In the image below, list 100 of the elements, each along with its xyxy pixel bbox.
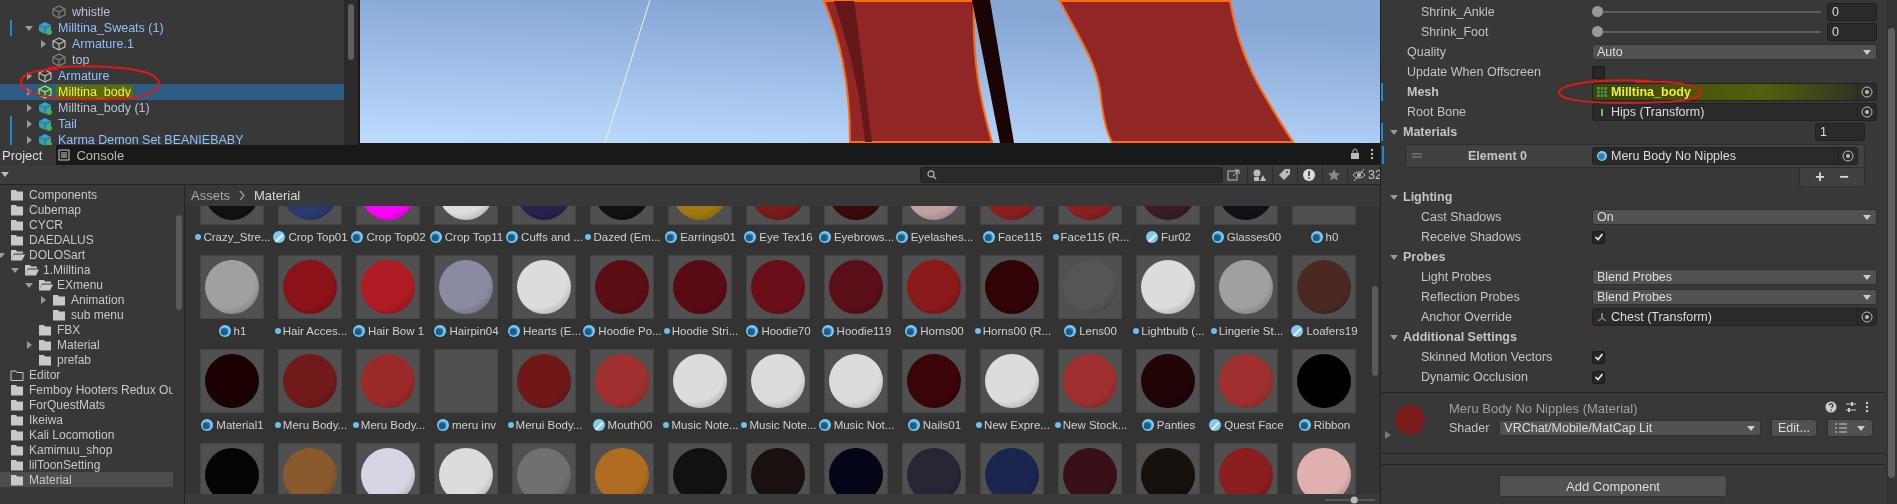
object-field[interactable]: Chest (Transform) [1592,308,1877,326]
object-field[interactable]: Meru Body No Nipples [1592,147,1858,165]
object-picker-button[interactable] [1857,309,1876,325]
slider-thumb[interactable] [1350,496,1358,504]
collapse-arrow-icon[interactable] [24,135,34,145]
checkbox[interactable] [1592,230,1605,244]
more-options-icon[interactable] [1865,401,1869,413]
object-picker-button[interactable] [1857,84,1876,100]
number-field[interactable]: 0 [1827,3,1877,21]
section-header[interactable]: Materials [1403,125,1458,139]
collapse-arrow-icon[interactable] [24,339,34,350]
drag-handle-icon[interactable] [1412,153,1422,158]
breadcrumb-link[interactable]: Assets [191,188,230,203]
asset-name[interactable]: Lingerie St... [1218,324,1284,337]
list-options-button[interactable] [1827,419,1873,437]
asset-name[interactable]: Eyebrows... [833,231,895,243]
asset-name[interactable]: Eyelashes... [910,231,974,243]
asset-name[interactable]: Panties [1156,419,1196,431]
asset-name[interactable]: Music Note... [749,418,817,431]
asset-name[interactable]: Eye Tex16 [759,231,813,243]
dropdown[interactable]: Blend Probes [1592,289,1877,305]
asset-name[interactable]: Nails01 [922,419,962,431]
section-header[interactable]: Lighting [1403,190,1453,204]
hierarchy-row[interactable]: Armature.1 [0,36,344,52]
asset-name[interactable]: Face115 [998,231,1042,243]
asset-name[interactable]: Crazy_Stre... [203,230,271,243]
asset-name[interactable]: meru inv [451,419,497,431]
panel-tab[interactable]: Project [0,145,57,165]
asset-name[interactable]: New Expre... [984,418,1050,431]
asset-name[interactable]: Lightbulb (... [1141,324,1205,337]
folder-item[interactable]: DOLOSart [0,247,173,262]
folder-item[interactable]: Material [24,337,173,352]
collapse-arrow-icon[interactable] [38,39,48,49]
section-header[interactable]: Probes [1403,250,1446,264]
selected-folder-item[interactable]: Material [0,472,173,487]
asset-name[interactable]: Lens00 [1079,325,1117,337]
expand-arrow-icon[interactable] [1389,127,1399,137]
hierarchy-row[interactable]: top [0,52,344,68]
scrollbar[interactable] [344,0,358,145]
collapse-arrow-icon[interactable] [24,119,34,129]
collapse-arrow-icon[interactable] [1385,431,1391,439]
hidden-eye-icon[interactable] [1352,167,1366,182]
shader-dropdown[interactable]: VRChat/Mobile/MatCap Lit [1499,420,1762,436]
asset-name[interactable]: Crop Top11 [444,231,504,243]
folder-item[interactable]: CYCR [0,217,173,232]
asset-name[interactable]: Horns00 [920,325,964,337]
hierarchy-row[interactable]: Armature [0,68,344,84]
folder-item[interactable]: Ikeiwa [0,412,173,427]
number-field[interactable]: 0 [1827,23,1877,41]
expand-arrow-icon[interactable] [1389,192,1399,202]
object-field[interactable]: Milltina_body [1592,83,1877,101]
hierarchy-row[interactable]: Milltina_body (1) [0,100,344,116]
settings-sliders-icon[interactable] [1845,401,1857,413]
folder-item[interactable]: DAEDALUS [0,232,173,247]
asset-name[interactable]: Hearts (E... [522,325,582,337]
asset-name[interactable]: Quest Face [1224,419,1284,431]
hierarchy-row[interactable]: Milltina_Sweats (1) [0,20,344,36]
folder-item[interactable]: sub menu [38,307,173,322]
asset-name[interactable]: Music Note... [671,418,739,431]
scrollbar[interactable] [1886,0,1897,504]
asset-name[interactable]: h1 [233,325,247,337]
folder-item[interactable]: EXmenu [24,277,173,292]
folder-item[interactable]: Kamimuu_shop [0,442,173,457]
zoom-slider[interactable] [1325,495,1375,504]
asset-name[interactable]: Earrings01 [680,231,736,243]
asset-name[interactable]: Hairpin04 [449,325,499,337]
asset-name[interactable]: Merui Body... [515,418,583,431]
hierarchy-row[interactable]: Tail [0,116,344,132]
dropdown[interactable]: Blend Probes [1592,269,1877,285]
asset-name[interactable]: Face115 (R... [1060,230,1130,243]
asset-name[interactable]: Hoodie Po... [598,325,662,337]
search-field[interactable] [920,167,1222,183]
folder-item[interactable]: ForQuestMats [0,397,173,412]
folder-item[interactable]: prefab [24,352,173,367]
asset-name[interactable]: Hoodie70 [761,325,811,337]
asset-name[interactable]: Meru Body... [360,418,426,431]
asset-name[interactable]: Hoodie119 [836,325,892,337]
checkbox[interactable] [1592,370,1605,384]
section-header[interactable]: Additional Settings [1403,330,1517,344]
asset-name[interactable]: Fur02 [1160,231,1191,243]
asset-name[interactable]: Horns00 (R... [982,324,1052,337]
hierarchy-row[interactable]: whistle [0,4,344,20]
panel-tab[interactable]: Console [56,145,139,165]
edit-button[interactable]: Edit... [1771,419,1817,437]
expand-arrow-icon[interactable] [1389,252,1399,262]
add-component-button[interactable]: Add Component [1499,475,1727,497]
expand-arrow-icon[interactable] [1389,332,1399,342]
asset-name[interactable]: Crop Top01 [288,231,348,243]
object-picker-button[interactable] [1838,148,1857,164]
breadcrumb-link[interactable]: Material [254,188,301,203]
folder-item[interactable]: Editor [0,367,173,382]
more-options-icon[interactable] [1370,148,1374,160]
folder-item[interactable]: Components [0,187,173,202]
asset-name[interactable]: h0 [1325,231,1339,243]
collapse-arrow-icon[interactable] [24,103,34,113]
help-icon[interactable] [1825,401,1837,413]
asset-name[interactable]: Crop Top02 [366,231,426,243]
expand-arrow-icon[interactable] [24,23,34,33]
add-element-button[interactable]: + [1808,168,1832,186]
collapse-arrow-icon[interactable] [38,294,48,305]
